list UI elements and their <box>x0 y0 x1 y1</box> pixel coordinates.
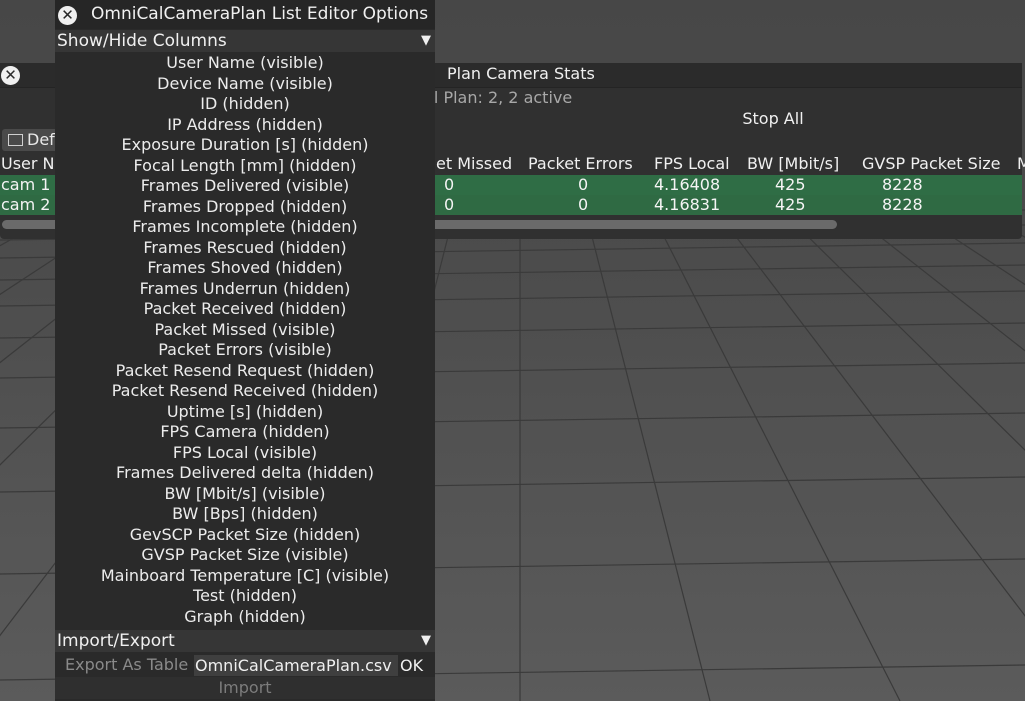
close-circle-icon[interactable]: ✕ <box>1 66 20 85</box>
options-titlebar[interactable]: ✕ OmniCalCameraPlan List Editor Options <box>55 0 435 29</box>
column-toggle-item[interactable]: BW [Mbit/s] (visible) <box>55 484 435 505</box>
cell-packet-missed: 0 <box>444 175 455 194</box>
cell-gvsp-packet-size: 8228 <box>882 175 923 194</box>
column-header-mainboard-temp[interactable]: M <box>1017 153 1025 175</box>
cell-user-name: cam 2 <box>1 195 51 214</box>
cell-packet-errors: 0 <box>578 175 589 194</box>
chevron-down-icon: ▼ <box>421 33 431 48</box>
column-toggle-item[interactable]: FPS Local (visible) <box>55 443 435 464</box>
import-export-label: Import/Export <box>57 631 175 651</box>
tab-default-label: Def <box>27 130 55 149</box>
column-toggle-item[interactable]: Frames Incomplete (hidden) <box>55 217 435 238</box>
column-toggle-item[interactable]: BW [Bps] (hidden) <box>55 504 435 525</box>
column-toggle-item[interactable]: GevSCP Packet Size (hidden) <box>55 525 435 546</box>
column-toggle-item[interactable]: Frames Shoved (hidden) <box>55 258 435 279</box>
column-toggle-item[interactable]: Packet Missed (visible) <box>55 320 435 341</box>
show-hide-columns-header[interactable]: Show/Hide Columns ▼ <box>55 30 435 52</box>
column-toggle-item[interactable]: Frames Underrun (hidden) <box>55 279 435 300</box>
column-header-gvsp-packet-size[interactable]: GVSP Packet Size <box>862 153 1001 175</box>
cell-gvsp-packet-size: 8228 <box>882 195 923 214</box>
column-header-bw-mbit[interactable]: BW [Mbit/s] <box>747 153 839 175</box>
column-toggle-item[interactable]: IP Address (hidden) <box>55 115 435 136</box>
show-hide-columns-label: Show/Hide Columns <box>57 31 227 51</box>
column-toggle-item[interactable]: FPS Camera (hidden) <box>55 422 435 443</box>
column-toggle-item[interactable]: Device Name (visible) <box>55 74 435 95</box>
column-toggle-item[interactable]: User Name (visible) <box>55 53 435 74</box>
column-header-fps-local[interactable]: FPS Local <box>654 153 730 175</box>
stats-window-title: Plan Camera Stats <box>447 64 595 83</box>
export-as-table-label: Export As Table <box>65 655 189 674</box>
cell-bw-mbit: 425 <box>775 175 806 194</box>
cell-packet-errors: 0 <box>578 195 589 214</box>
column-header-user-name[interactable]: User N <box>1 153 55 175</box>
column-toggle-item[interactable]: Mainboard Temperature [C] (visible) <box>55 566 435 587</box>
column-toggle-item[interactable]: Uptime [s] (hidden) <box>55 402 435 423</box>
column-toggle-item[interactable]: Frames Delivered delta (hidden) <box>55 463 435 484</box>
cell-bw-mbit: 425 <box>775 195 806 214</box>
import-button[interactable]: Import <box>55 677 435 699</box>
column-toggle-item[interactable]: Frames Dropped (hidden) <box>55 197 435 218</box>
column-toggle-item[interactable]: Packet Received (hidden) <box>55 299 435 320</box>
options-title: OmniCalCameraPlan List Editor Options <box>91 4 429 24</box>
column-toggle-item[interactable]: Test (hidden) <box>55 586 435 607</box>
chevron-down-icon: ▼ <box>421 633 431 648</box>
column-toggle-item[interactable]: GVSP Packet Size (visible) <box>55 545 435 566</box>
column-toggle-item[interactable]: Focal Length [mm] (hidden) <box>55 156 435 177</box>
column-toggle-item[interactable]: Packet Errors (visible) <box>55 340 435 361</box>
cell-user-name: cam 1 <box>1 175 51 194</box>
column-toggle-item[interactable]: Frames Delivered (visible) <box>55 176 435 197</box>
close-circle-icon[interactable]: ✕ <box>58 6 77 25</box>
import-export-header[interactable]: Import/Export ▼ <box>55 630 435 652</box>
cell-fps-local: 4.16831 <box>654 195 721 214</box>
table-icon <box>8 134 23 146</box>
column-header-packet-missed[interactable]: et Missed <box>436 153 512 175</box>
column-toggle-item[interactable]: ID (hidden) <box>55 94 435 115</box>
column-toggle-item[interactable]: Exposure Duration [s] (hidden) <box>55 135 435 156</box>
column-toggle-item[interactable]: Frames Rescued (hidden) <box>55 238 435 259</box>
ok-button[interactable]: OK <box>400 655 423 676</box>
column-toggle-item[interactable]: Packet Resend Request (hidden) <box>55 361 435 382</box>
cell-fps-local: 4.16408 <box>654 175 721 194</box>
column-header-packet-errors[interactable]: Packet Errors <box>528 153 633 175</box>
export-filename-input[interactable] <box>194 655 398 676</box>
list-editor-options-popup: ✕ OmniCalCameraPlan List Editor Options … <box>55 0 435 701</box>
stop-all-button[interactable]: Stop All <box>730 108 816 130</box>
cell-packet-missed: 0 <box>444 195 455 214</box>
column-toggle-item[interactable]: Graph (hidden) <box>55 607 435 628</box>
column-toggle-item[interactable]: Packet Resend Received (hidden) <box>55 381 435 402</box>
